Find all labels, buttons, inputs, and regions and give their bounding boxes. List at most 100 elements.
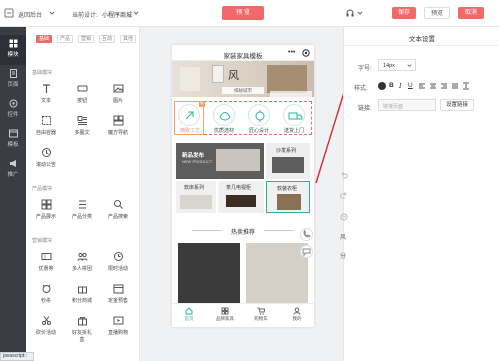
color-picker[interactable] [378,82,386,90]
component-cube-nav[interactable]: 魔方导航 [106,115,130,136]
nav-item-controls[interactable]: 控件 [0,95,26,125]
icon-craft[interactable] [178,104,200,126]
align-left-icon[interactable] [418,82,426,90]
promo-bed[interactable]: 软床系列 [176,181,216,213]
alarm-icon [42,284,50,293]
search-icon [113,200,123,209]
product-image-2[interactable] [246,243,308,305]
icon-material[interactable] [213,104,235,126]
italic-icon[interactable]: I [399,82,402,90]
cart-icon [257,307,265,315]
line-height-icon[interactable] [462,82,470,90]
component-product-display[interactable]: 产品展示 [34,199,58,220]
tab-product[interactable]: 产品 [57,35,73,43]
live-icon [113,316,123,325]
icon-design[interactable] [248,104,270,126]
undo-icon[interactable] [340,171,348,179]
promo-sofa[interactable]: 沙发系列 [266,143,310,179]
more-icon[interactable]: ••• [288,49,295,56]
promo-title: 软装衣柜 [277,186,298,192]
bottom-nav-brand[interactable]: 品牌家具 [214,307,236,322]
promo-sofa-image [272,157,304,173]
phone-bottom-nav: 首页 品牌家具 购物车 我的 [172,303,314,327]
chevron-down-icon[interactable] [132,9,140,17]
align-justify-icon[interactable] [451,82,459,90]
style-tool[interactable]: 风 [340,232,346,241]
chevron-down-icon[interactable] [48,9,56,17]
font-size-select[interactable]: 14px [378,59,416,71]
back-link[interactable]: 返回后台 [18,10,42,19]
save-button[interactable]: 保存 [392,7,416,19]
giftbox-icon [77,317,87,326]
nav-item-pages[interactable]: 页面 [0,65,26,95]
promo-bed-image [216,149,260,171]
underline-icon[interactable]: U [408,82,413,89]
product-image-1[interactable] [178,243,240,305]
redo-icon[interactable] [340,191,348,199]
bottom-nav-cart[interactable]: 购物车 [250,307,272,322]
nav-item-promo[interactable]: 推广 [0,155,26,185]
preview-main-button[interactable]: 预 览 [222,6,264,20]
component-bargain[interactable]: 砍价活动 [34,315,58,336]
component-button[interactable]: 按钮 [70,83,94,104]
promo-wardrobe-image [277,194,301,210]
current-design-label: 当前设计: [72,13,98,19]
component-text[interactable]: 文本 [34,83,58,104]
bottom-nav-me[interactable]: 我的 [286,307,308,322]
component-gift-box[interactable]: 好友拆礼盒 [70,315,94,343]
component-image[interactable]: 图片 [106,83,130,104]
share-tool[interactable]: 分 [340,251,346,260]
align-center-icon[interactable] [429,82,437,90]
component-limited-time[interactable]: 限时活动 [106,251,130,272]
phone-call-button[interactable] [300,228,313,241]
icon-delivery[interactable] [283,104,305,126]
product-grid-icon [41,199,51,210]
component-coupon[interactable]: 优惠券 [34,251,58,272]
store-selector[interactable]: 小程序商城 [102,10,132,19]
bottom-nav-home[interactable]: 首页 [178,307,200,322]
tab-basic[interactable]: 基础 [36,35,52,43]
banner-edit-tools[interactable] [270,91,312,97]
component-product-search[interactable]: 产品搜索 [106,199,130,220]
font-size-label: 字号: [358,66,372,72]
component-presale[interactable]: 定金预售 [106,283,130,304]
nav-item-modules[interactable]: 模块 [0,35,26,65]
bold-icon[interactable]: B [389,82,394,89]
component-free-container[interactable]: 自由容器 [34,115,58,136]
section-header: 热卖推荐 [172,225,314,237]
tab-marketing[interactable]: 营销 [78,35,94,43]
preview-button[interactable]: 预览 [424,7,450,19]
component-notice[interactable]: 滚动公告 [34,147,58,168]
promo-subtitle: NEW PRODUCT [182,159,213,164]
component-points-mall[interactable]: 积分商城 [70,283,94,304]
align-right-icon[interactable] [440,82,448,90]
component-flash-sale[interactable]: 秒杀 [34,283,58,304]
set-link-button[interactable]: 设置链接 [440,99,474,111]
top-toolbar: 返回后台 当前设计: 小程序商城 预 览 保存 预览 取消 [0,0,499,27]
cube-nav-icon [113,115,123,126]
status-bar: javascript:; [0,352,34,361]
tab-other[interactable]: 其他 [120,35,136,43]
link-input[interactable]: 链接页面 [378,99,436,111]
chevron-down-icon[interactable] [356,9,364,17]
icon-label: 优质选材 [213,128,234,134]
link-label: 链接: [358,106,372,112]
promo-tea-table[interactable]: 茶几电视柜 [218,181,264,213]
promo-new-product[interactable]: 新品发布 NEW PRODUCT [176,143,264,179]
headset-icon[interactable] [345,8,355,18]
promo-title: 沙发系列 [276,148,297,154]
divider [344,45,499,46]
cancel-button[interactable]: 取消 [458,7,484,19]
nav-item-templates[interactable]: 模板 [0,125,26,155]
component-product-category[interactable]: 产品分类 [70,199,94,220]
component-live[interactable]: 直播购物 [106,315,130,336]
icon-label: 送货上门 [283,128,304,134]
component-multi-text[interactable]: 多图文 [70,115,94,136]
target-icon[interactable] [302,49,310,57]
chat-button[interactable] [300,245,313,258]
promo-wardrobe[interactable]: 软装衣柜 [266,181,310,213]
history-icon[interactable] [340,213,348,221]
component-group-buy[interactable]: 多人拼团 [70,251,94,272]
tab-interactive[interactable]: 互动 [99,35,115,43]
logo-icon [4,8,14,18]
